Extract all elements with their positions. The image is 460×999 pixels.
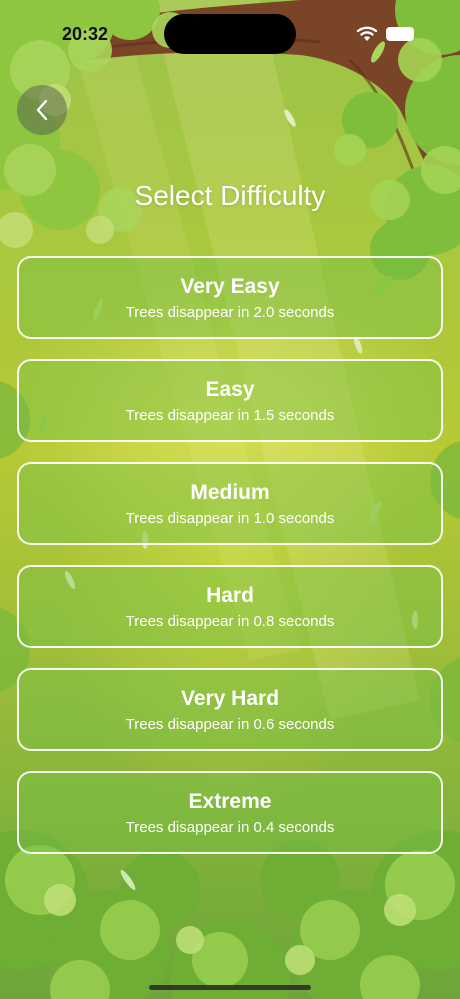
difficulty-name: Extreme bbox=[188, 789, 272, 813]
difficulty-description: Trees disappear in 0.8 seconds bbox=[125, 612, 335, 630]
status-time: 20:32 bbox=[62, 24, 109, 44]
difficulty-option-very-easy[interactable]: Very Easy Trees disappear in 2.0 seconds bbox=[17, 256, 443, 339]
difficulty-name: Very Hard bbox=[180, 686, 280, 710]
difficulty-description: Trees disappear in 2.0 seconds bbox=[125, 303, 335, 321]
difficulty-name: Easy bbox=[205, 377, 255, 401]
difficulty-name: Hard bbox=[206, 583, 254, 607]
difficulty-description: Trees disappear in 1.5 seconds bbox=[125, 406, 335, 424]
difficulty-option-very-hard[interactable]: Very Hard Trees disappear in 0.6 seconds bbox=[17, 668, 443, 751]
back-button[interactable] bbox=[17, 85, 67, 135]
difficulty-option-extreme[interactable]: Extreme Trees disappear in 0.4 seconds bbox=[17, 771, 443, 854]
chevron-left-icon bbox=[36, 99, 48, 121]
difficulty-name: Very Easy bbox=[180, 274, 280, 298]
difficulty-description: Trees disappear in 0.4 seconds bbox=[125, 818, 335, 836]
difficulty-description: Trees disappear in 1.0 seconds bbox=[125, 509, 335, 527]
page-title: Select Difficulty bbox=[134, 180, 326, 211]
difficulty-option-medium[interactable]: Medium Trees disappear in 1.0 seconds bbox=[17, 462, 443, 545]
difficulty-option-easy[interactable]: Easy Trees disappear in 1.5 seconds bbox=[17, 359, 443, 442]
difficulty-screen: 20:32 Select Difficulty Very Easy Trees … bbox=[0, 0, 460, 999]
status-bar: 20:32 bbox=[0, 0, 460, 60]
difficulty-list: Very Easy Trees disappear in 2.0 seconds… bbox=[17, 256, 443, 874]
difficulty-name: Medium bbox=[190, 480, 270, 504]
difficulty-option-hard[interactable]: Hard Trees disappear in 0.8 seconds bbox=[17, 565, 443, 648]
battery-icon bbox=[386, 27, 414, 41]
wifi-icon bbox=[356, 26, 378, 41]
dynamic-island bbox=[164, 14, 296, 54]
difficulty-description: Trees disappear in 0.6 seconds bbox=[125, 715, 335, 733]
home-indicator[interactable] bbox=[149, 985, 311, 990]
